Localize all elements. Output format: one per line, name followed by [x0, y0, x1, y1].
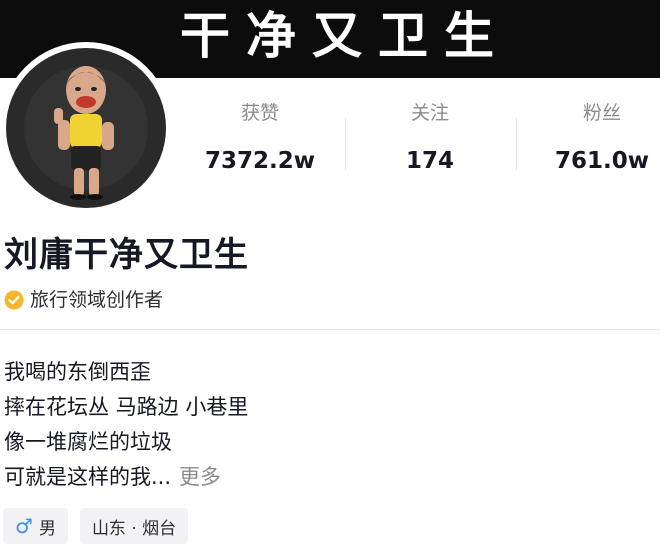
- bio-more-link[interactable]: 更多: [179, 465, 221, 489]
- stat-followers[interactable]: 粉丝 761.0w: [522, 100, 660, 176]
- stat-following-value: 174: [405, 148, 454, 174]
- verified-badge-icon: [4, 290, 24, 310]
- stat-following[interactable]: 关注 174: [350, 100, 510, 176]
- stat-divider: [345, 118, 346, 170]
- creator-certification[interactable]: 旅行领域创作者: [4, 287, 163, 313]
- stat-likes[interactable]: 获赞 7372.2w: [180, 100, 340, 176]
- bio-line: 我喝的东倒西歪: [4, 360, 151, 384]
- stat-followers-value: 761.0w: [555, 148, 649, 174]
- stats-bar: 获赞 7372.2w 关注 174 粉丝 761.0w: [172, 100, 660, 190]
- location-text: 山东 · 烟台: [91, 518, 177, 539]
- stat-divider: [516, 118, 517, 170]
- section-divider: [0, 329, 660, 330]
- stat-likes-label: 获赞: [240, 102, 279, 124]
- stat-likes-value: 7372.2w: [204, 148, 315, 174]
- profile-tags: ♂ 男 山东 · 烟台: [3, 508, 200, 544]
- profile-name: 刘庸干净又卫生: [4, 235, 249, 275]
- avatar-image: [6, 48, 166, 208]
- bio: 我喝的东倒西歪 摔在花坛丛 马路边 小巷里 像一堆腐烂的垃圾 可就是这样的我..…: [4, 355, 644, 495]
- avatar[interactable]: [0, 42, 172, 214]
- stat-following-label: 关注: [410, 102, 449, 124]
- bio-last-line: 可就是这样的我... 更多: [4, 460, 644, 495]
- certification-text: 旅行领域创作者: [30, 289, 164, 311]
- male-icon: ♂: [15, 514, 33, 538]
- bio-line: 摔在花坛丛 马路边 小巷里: [4, 395, 249, 419]
- gender-text: 男: [38, 518, 56, 539]
- location-tag[interactable]: 山东 · 烟台: [79, 508, 189, 544]
- stat-followers-label: 粉丝: [582, 102, 621, 124]
- bio-line-text: 可就是这样的我...: [4, 465, 172, 489]
- bio-line: 像一堆腐烂的垃圾: [4, 430, 172, 454]
- gender-tag: ♂ 男: [3, 508, 68, 544]
